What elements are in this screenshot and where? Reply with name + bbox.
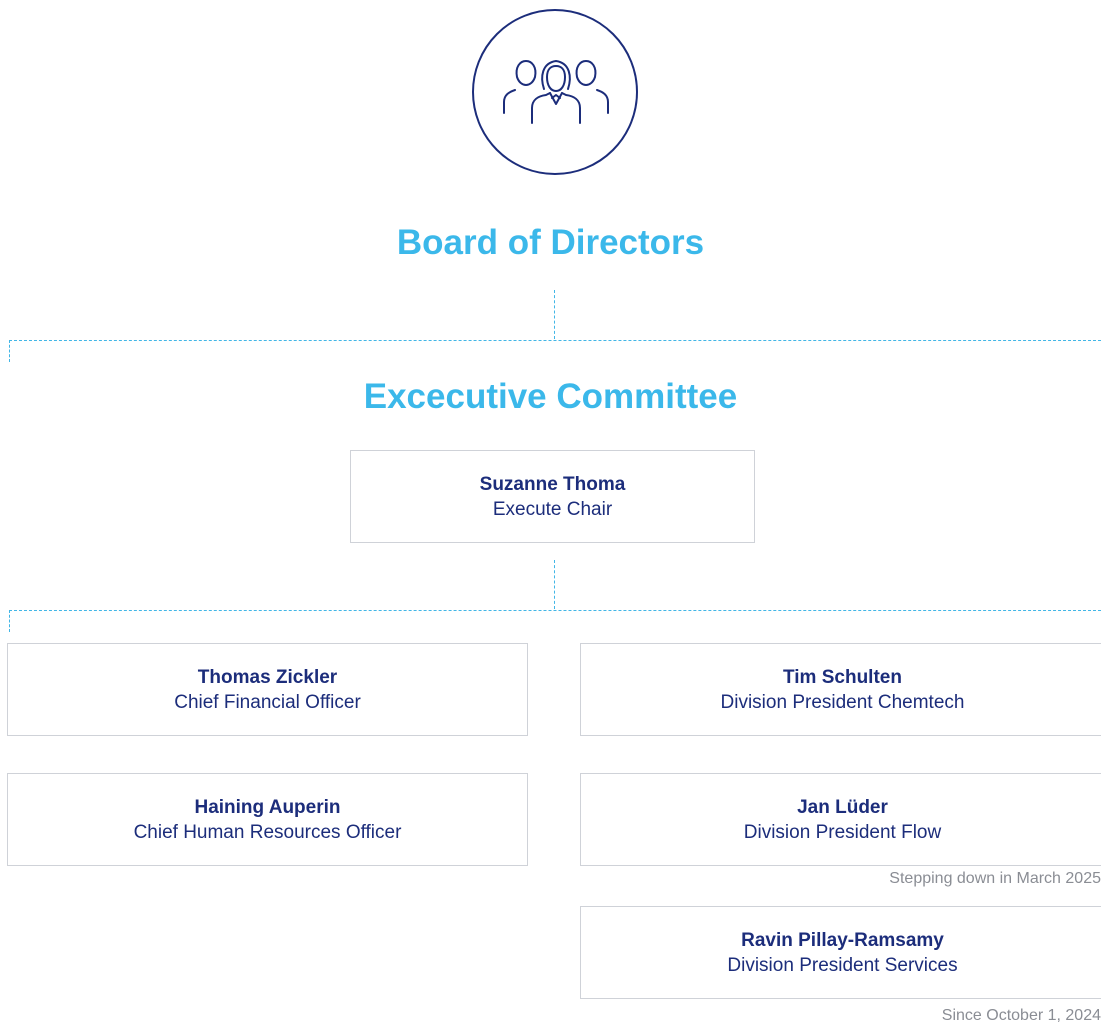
- member-role: Division President Chemtech: [720, 691, 965, 713]
- chair-role: Execute Chair: [492, 498, 613, 520]
- connector-members-left-tick: [9, 610, 10, 632]
- member-note: Since October 1, 2024: [941, 1007, 1101, 1024]
- member-note: Stepping down in March 2025: [889, 870, 1101, 887]
- member-role: Chief Human Resources Officer: [133, 821, 402, 843]
- member-name: Tim Schulten: [783, 666, 902, 688]
- member-name: Thomas Zickler: [197, 666, 338, 688]
- connector-board-to-committee: [554, 290, 555, 339]
- member-card: Ravin Pillay-Ramsamy Division President …: [580, 906, 1101, 999]
- connector-left-tick: [9, 340, 10, 362]
- member-name: Ravin Pillay-Ramsamy: [741, 929, 944, 951]
- member-card: Haining Auperin Chief Human Resources Of…: [7, 773, 528, 866]
- connector-members-horizontal: [9, 610, 1101, 611]
- member-role: Division President Flow: [743, 821, 942, 843]
- connector-chair-to-members: [554, 560, 555, 609]
- chair-name: Suzanne Thoma: [479, 473, 626, 495]
- board-of-directors-heading: Board of Directors: [396, 223, 705, 262]
- executive-committee-heading: Excecutive Committee: [363, 377, 738, 416]
- member-name: Jan Lüder: [797, 796, 888, 818]
- member-role: Chief Financial Officer: [174, 691, 361, 713]
- chair-card: Suzanne Thoma Execute Chair: [350, 450, 755, 543]
- member-role: Division President Services: [727, 954, 958, 976]
- logo-circle: [472, 9, 638, 175]
- team-icon: [503, 60, 609, 124]
- connector-committee-horizontal: [9, 340, 1101, 341]
- member-card: Thomas Zickler Chief Financial Officer: [7, 643, 528, 736]
- member-card: Jan Lüder Division President Flow: [580, 773, 1101, 866]
- member-name: Haining Auperin: [194, 796, 341, 818]
- member-card: Tim Schulten Division President Chemtech: [580, 643, 1101, 736]
